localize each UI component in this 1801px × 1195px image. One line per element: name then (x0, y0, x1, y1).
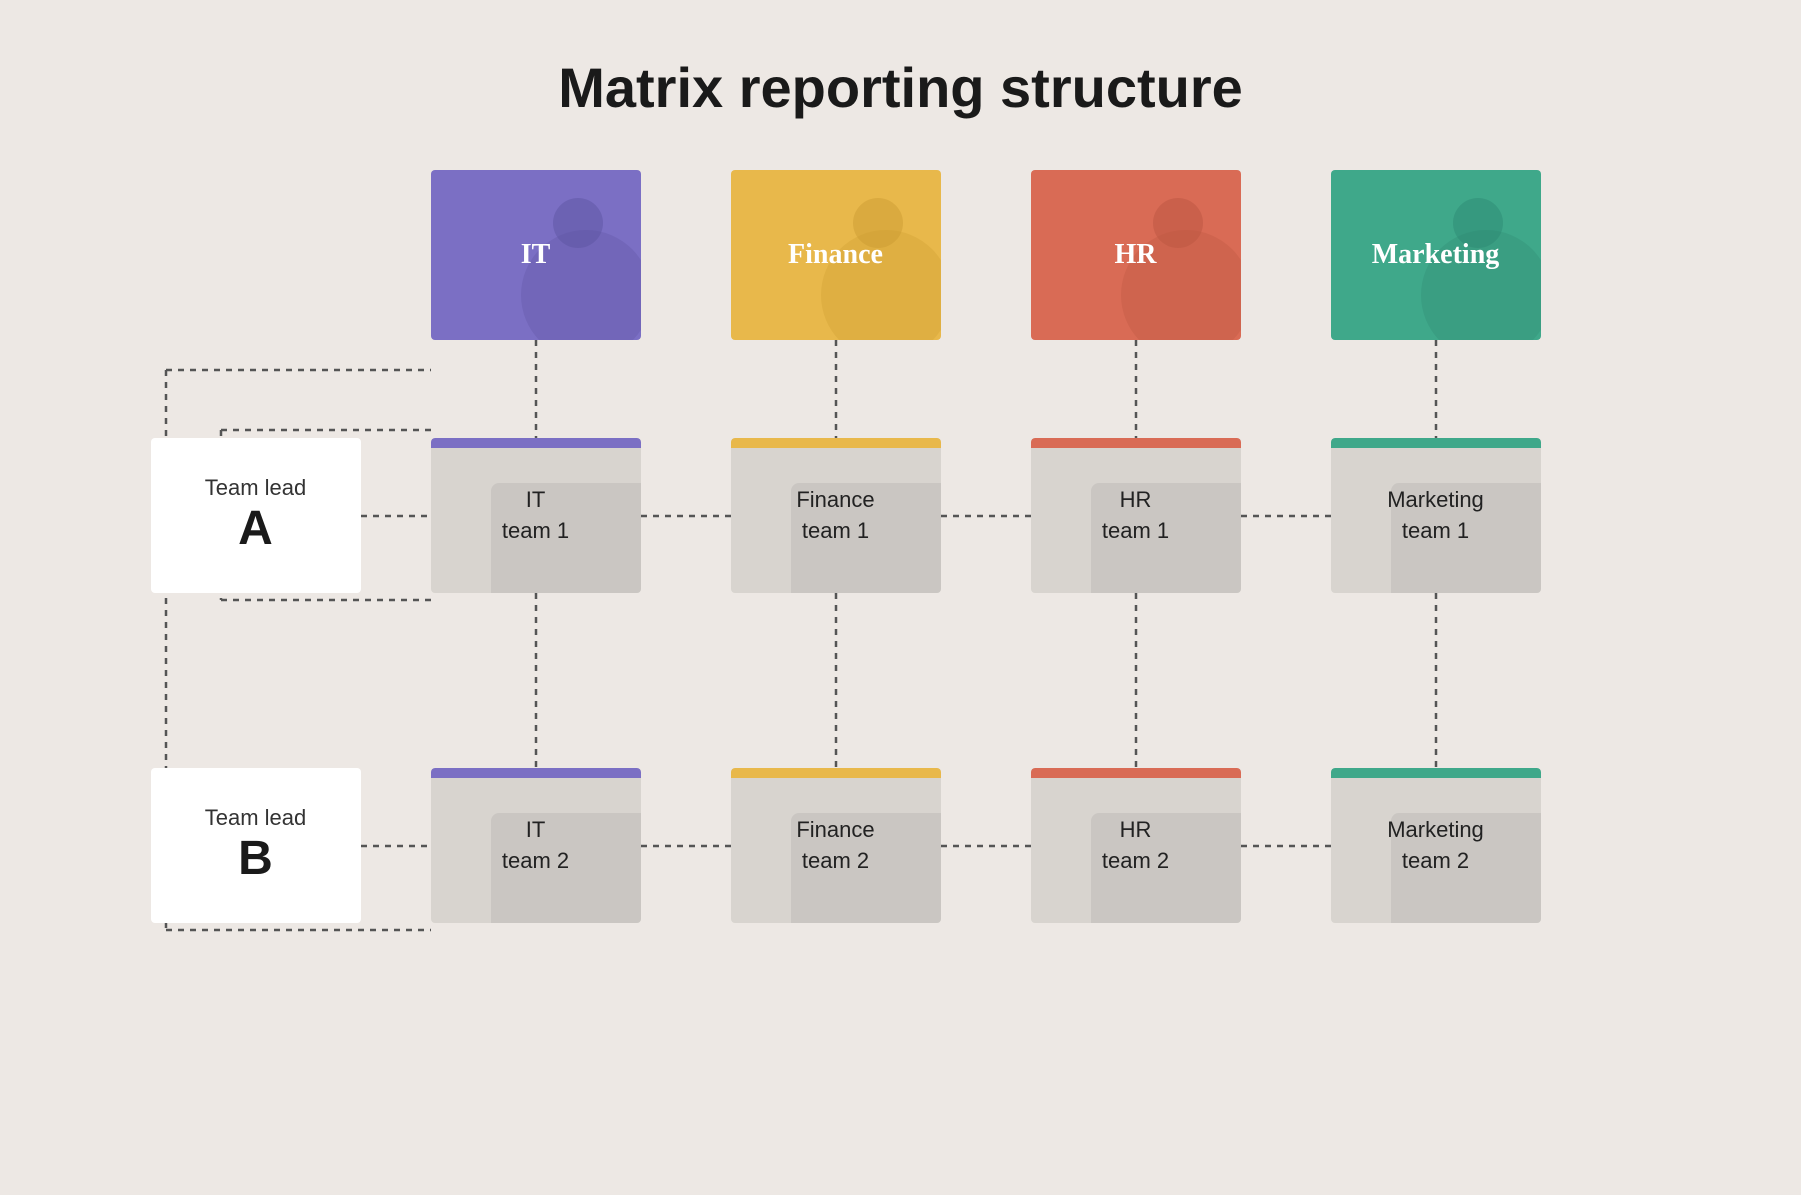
lead-a-letter: A (238, 501, 273, 556)
it-team-2-text: ITteam 2 (502, 815, 569, 877)
dept-it-label: IT (521, 239, 551, 271)
dept-marketing-label: Marketing (1372, 239, 1500, 271)
team-lead-b: Team lead B (151, 768, 361, 923)
lead-b-label: Team lead (205, 805, 307, 831)
diagram-container: IT Finance HR Marketing Team lead A Team… (151, 170, 1651, 1120)
page-title: Matrix reporting structure (558, 55, 1243, 120)
hr-team-1-text: HRteam 1 (1102, 485, 1169, 547)
team-lead-a: Team lead A (151, 438, 361, 593)
finance-team-1-text: Financeteam 1 (796, 485, 874, 547)
lead-b-letter: B (238, 831, 273, 886)
hr-team-2-text: HRteam 2 (1102, 815, 1169, 877)
dept-box-hr: HR (1031, 170, 1241, 340)
dept-box-it: IT (431, 170, 641, 340)
it-team-1-cell: ITteam 1 (431, 438, 641, 593)
hr-team-2-cell: HRteam 2 (1031, 768, 1241, 923)
marketing-team-1-cell: Marketingteam 1 (1331, 438, 1541, 593)
lead-a-label: Team lead (205, 475, 307, 501)
dept-box-finance: Finance (731, 170, 941, 340)
marketing-team-1-text: Marketingteam 1 (1387, 485, 1484, 547)
it-team-2-cell: ITteam 2 (431, 768, 641, 923)
dept-hr-label: HR (1115, 239, 1157, 271)
finance-team-2-cell: Financeteam 2 (731, 768, 941, 923)
dept-finance-label: Finance (788, 239, 883, 271)
marketing-team-2-cell: Marketingteam 2 (1331, 768, 1541, 923)
it-team-1-text: ITteam 1 (502, 485, 569, 547)
finance-team-2-text: Financeteam 2 (796, 815, 874, 877)
dept-box-marketing: Marketing (1331, 170, 1541, 340)
finance-team-1-cell: Financeteam 1 (731, 438, 941, 593)
hr-team-1-cell: HRteam 1 (1031, 438, 1241, 593)
marketing-team-2-text: Marketingteam 2 (1387, 815, 1484, 877)
